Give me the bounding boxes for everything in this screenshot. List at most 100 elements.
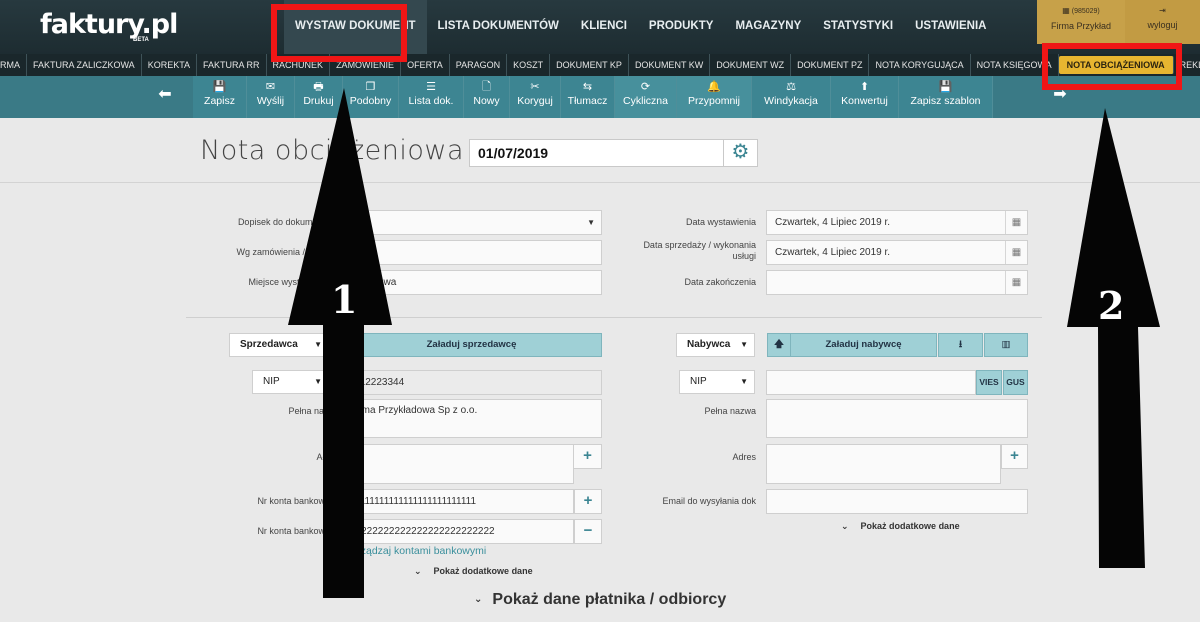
doctype-rma[interactable]: RMA (0, 54, 27, 76)
doctype-paragon[interactable]: PARAGON (450, 54, 508, 76)
nav-produkty[interactable]: PRODUKTY (638, 0, 725, 54)
buyer-upload-button[interactable]: 🡅 (767, 333, 791, 357)
upload-icon: ⬆ (859, 81, 870, 93)
logout-button[interactable]: ⇥ wyloguj (1125, 0, 1200, 44)
envelope-icon: ✉ (265, 81, 276, 93)
doctype-dokument-pz[interactable]: DOKUMENT PZ (791, 54, 870, 76)
nav-statystyki[interactable]: STATYSTYKI (812, 0, 904, 54)
seller-role-select[interactable]: Sprzedawca ▼ (229, 333, 329, 357)
add-account-button[interactable]: + (574, 489, 602, 514)
toolbar-tlumacz-button[interactable]: ⇆ Tłumacz (561, 76, 615, 118)
toolbar-scroll-left-icon[interactable]: ⬅ (150, 76, 180, 118)
load-buyer-button[interactable]: Załaduj nabywcę (790, 333, 937, 357)
buyer-show-more-toggle[interactable]: ⌄ Pokaż dodatkowe dane (841, 521, 960, 532)
toolbar-zapisz-szablon-button[interactable]: 💾 Zapisz szablon (899, 76, 993, 118)
toolbar-buttons: 💾 Zapisz ✉ Wyślij 🖶 Drukuj ❐ Podobny ☰ Lista … (193, 76, 993, 118)
buyer-nip-input[interactable] (766, 370, 976, 395)
arrow-up-icon: 🡅 (774, 339, 784, 350)
top-navigation-bar: faktury.pl BETA WYSTAW DOKUMENT LISTA DO… (0, 0, 1200, 54)
firm-switcher[interactable]: ▦ (985029) Firma Przykład (1037, 0, 1125, 44)
doctype-oferta[interactable]: OFERTA (401, 54, 450, 76)
toolbar-windykacja-button[interactable]: ⚖ Windykacja (752, 76, 831, 118)
doctype-koszt[interactable]: KOSZT (507, 54, 551, 76)
toolbar-konwertuj-button[interactable]: ⬆ Konwertuj (831, 76, 899, 118)
toolbar-button-label: Konwertuj (841, 95, 888, 107)
toolbar-zapisz-button[interactable]: 💾 Zapisz (193, 76, 247, 118)
seller-nip-input[interactable]: 1112223344 (341, 370, 602, 395)
dopisek-label: Dopisek do dokumentu (237, 217, 330, 227)
doctype-dokument-kp[interactable]: DOKUMENT KP (550, 54, 629, 76)
vies-button[interactable]: VIES (976, 370, 1002, 395)
toolbar-drukuj-button[interactable]: 🖶 Drukuj (295, 76, 343, 118)
toolbar-wyslij-button[interactable]: ✉ Wyślij (247, 76, 295, 118)
seller-account2-input[interactable]: 22222222222222222222222222 (341, 519, 574, 544)
toolbar-lista-dok-button[interactable]: ☰ Lista dok. (399, 76, 464, 118)
toolbar-button-label: Przypomnij (688, 95, 740, 107)
toolbar-button-label: Zapisz (204, 95, 235, 107)
gear-icon[interactable]: ⚙ (723, 139, 758, 167)
payer-recipient-toggle[interactable]: ⌄ Pokaż dane płatnika / odbiorcy (474, 591, 726, 609)
doctype-nota-korygujaca[interactable]: NOTA KORYGUJĄCA (869, 54, 971, 76)
doctype-korekta[interactable]: KOREKTA (142, 54, 198, 76)
action-toolbar: ⬅ 💾 Zapisz ✉ Wyślij 🖶 Drukuj ❐ Podobny ☰ List… (0, 76, 1200, 118)
toolbar-podobny-button[interactable]: ❐ Podobny (343, 76, 399, 118)
seller-name-textarea[interactable]: Firma Przykładowa Sp z o.o. (341, 399, 602, 438)
manage-bank-accounts-link[interactable]: Zarządzaj kontami bankowymi (345, 545, 486, 557)
plus-icon: + (583, 447, 592, 464)
remove-account-button[interactable]: − (574, 519, 602, 544)
doctype-dokument-kw[interactable]: DOKUMENT KW (629, 54, 711, 76)
data-zakonczenia-input[interactable]: ▦ (766, 270, 1028, 295)
seller-address-textarea[interactable] (341, 444, 574, 484)
calendar-icon[interactable]: ▦ (1005, 211, 1027, 234)
toolbar-przypomnij-button[interactable]: 🔔 Przypomnij (677, 76, 752, 118)
zamowienie-input[interactable] (341, 240, 602, 265)
load-seller-button[interactable]: Załaduj sprzedawcę (341, 333, 602, 357)
buyer-address-textarea[interactable] (766, 444, 1001, 484)
miejsce-input[interactable]: Warszawa (341, 270, 602, 295)
buyer-add-address-button[interactable]: + (1001, 444, 1028, 469)
buyer-nip-type-select[interactable]: NIP ▼ (679, 370, 755, 394)
firm-id: (985029) (1071, 8, 1100, 15)
buyer-role-value: Nabywca (687, 339, 731, 350)
seller-show-more-toggle[interactable]: ⌄ Pokaż dodatkowe dane (414, 566, 533, 577)
buyer-address-label: Adres (732, 452, 756, 462)
add-address-button[interactable]: + (573, 444, 602, 469)
calendar-icon[interactable]: ▦ (1005, 241, 1027, 264)
toolbar-nowy-button[interactable]: 🗋 Nowy (464, 76, 510, 118)
data-sprzedazy-value: Czwartek, 4 Lipiec 2019 r. (775, 247, 891, 258)
tools-icon: ✂ (530, 81, 540, 93)
nav-klienci[interactable]: KLIENCI (570, 0, 638, 54)
logo[interactable]: faktury.pl (40, 9, 178, 40)
save-icon: 💾 (212, 81, 227, 93)
caret-down-icon: ▼ (314, 377, 322, 386)
buyer-role-select[interactable]: Nabywca ▼ (676, 333, 755, 357)
buyer-email-input[interactable] (766, 489, 1028, 514)
document-number-input[interactable]: 01/07/2019 (469, 139, 724, 167)
chevron-down-icon: ⌄ (841, 521, 849, 531)
doctype-dokument-wz[interactable]: DOKUMENT WZ (710, 54, 792, 76)
dopisek-select[interactable]: ▼ (341, 210, 602, 235)
nav-ustawienia[interactable]: USTAWIENIA (904, 0, 997, 54)
doctype-faktura-zaliczkowa[interactable]: FAKTURA ZALICZKOWA (27, 54, 142, 76)
toolbar-cykliczna-button[interactable]: ⟳ Cykliczna (615, 76, 677, 118)
seller-account1-input[interactable]: 11111111111111111111111111 (341, 489, 574, 514)
buyer-name-textarea[interactable] (766, 399, 1028, 438)
exchange-icon: ⇆ (582, 81, 593, 93)
data-sprzedazy-input[interactable]: Czwartek, 4 Lipiec 2019 r. ▦ (766, 240, 1028, 265)
buyer-nip-type-value: NIP (690, 376, 707, 387)
toolbar-koryguj-button[interactable]: ✂ Koryguj (510, 76, 561, 118)
calendar-icon[interactable]: ▦ (1005, 271, 1027, 294)
plus-icon: + (583, 492, 593, 509)
seller-address-label: Adres (316, 452, 340, 462)
gus-button[interactable]: GUS (1003, 370, 1028, 395)
zamowienie-label: Wg zamówienia / oferty (236, 247, 330, 257)
nav-lista-dokumentow[interactable]: LISTA DOKUMENTÓW (427, 0, 570, 54)
seller-role-value: Sprzedawca (240, 339, 298, 350)
building-icon: ▦ (1062, 6, 1070, 15)
seller-nip-type-select[interactable]: NIP ▼ (252, 370, 329, 394)
buyer-chart-button[interactable]: ▥ (984, 333, 1028, 357)
doctype-faktura-rr[interactable]: FAKTURA RR (197, 54, 267, 76)
buyer-download-button[interactable]: ⭳ (938, 333, 983, 357)
nav-magazyny[interactable]: MAGAZYNY (724, 0, 812, 54)
data-wystawienia-input[interactable]: Czwartek, 4 Lipiec 2019 r. ▦ (766, 210, 1028, 235)
